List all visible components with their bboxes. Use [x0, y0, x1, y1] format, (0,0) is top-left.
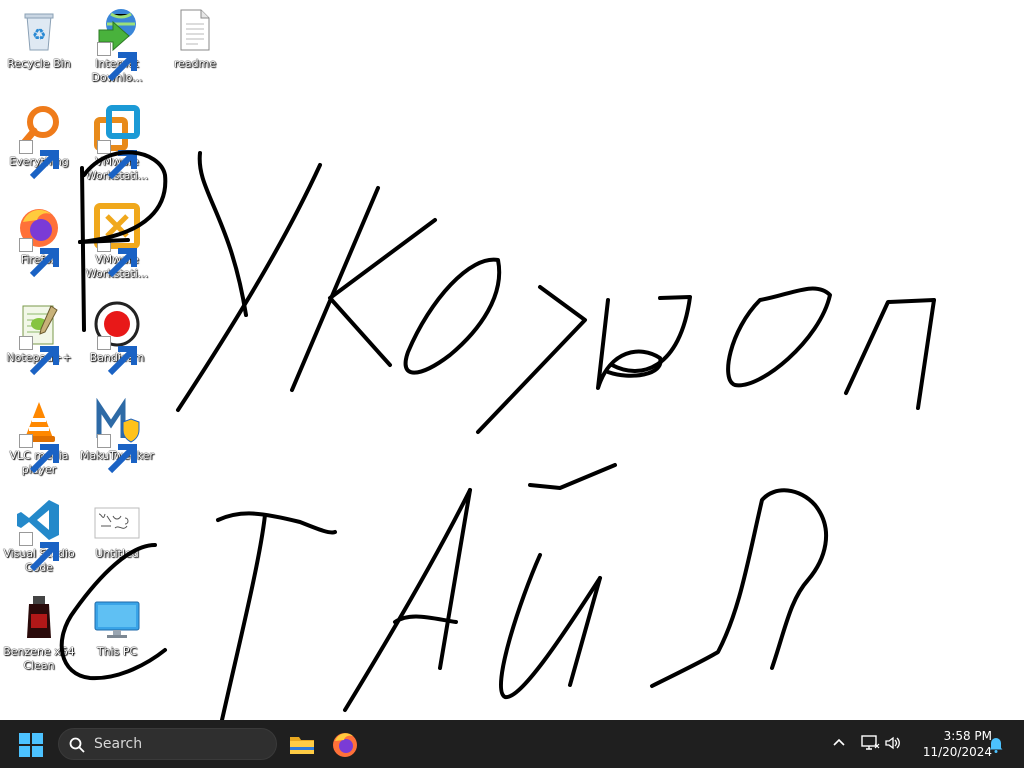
- shortcut-arrow-icon: [19, 140, 59, 180]
- makutweaker-icon: [93, 398, 141, 474]
- image-file-icon: [93, 496, 141, 544]
- this-pc-icon: [93, 594, 141, 642]
- clock-date: 11/20/2024: [922, 745, 992, 759]
- desktop-icon-everything[interactable]: Everything: [0, 98, 78, 180]
- desktop-icon-firefox[interactable]: Firefox: [0, 196, 78, 278]
- desktop-icon-notepad-plus-plus[interactable]: Notepad++: [0, 294, 78, 376]
- taskbar-firefox[interactable]: [331, 730, 359, 758]
- taskbar: Search 3:58 PM 11/20/2024: [0, 720, 1024, 768]
- desktop-icon-label: Benzene x64 Clean: [3, 645, 75, 672]
- speaker-icon: [885, 736, 900, 750]
- shortcut-arrow-icon: [97, 140, 137, 180]
- firefox-icon: [333, 733, 357, 757]
- shortcut-arrow-icon: [19, 336, 59, 376]
- desktop-icon-this-pc[interactable]: This PC: [78, 588, 156, 659]
- vscode-icon: [15, 496, 63, 572]
- shortcut-arrow-icon: [19, 532, 59, 572]
- svg-text:♻: ♻: [32, 25, 46, 44]
- bell-icon: [989, 738, 1003, 753]
- desktop-icon-vscode[interactable]: Visual Studio Code: [0, 490, 78, 575]
- network-button[interactable]: [860, 734, 880, 752]
- desktop-icon-recycle-bin[interactable]: ♻ Recycle Bin: [0, 0, 78, 71]
- vmware-workstation-player-icon: [93, 202, 141, 278]
- desktop-icon-vmware-workstation-player[interactable]: VMware Workstati...: [78, 196, 156, 281]
- show-hidden-icons-button[interactable]: [830, 734, 848, 752]
- clock-time: 3:58 PM: [943, 729, 992, 743]
- desktop: ♻ Recycle Bin Everything Firefox Notepad…: [0, 0, 1024, 720]
- notifications-button[interactable]: [988, 735, 1004, 753]
- desktop-icon-untitled[interactable]: Untitled: [78, 490, 156, 561]
- windows-logo-icon: [19, 733, 43, 757]
- taskbar-search-box[interactable]: Search: [58, 728, 277, 760]
- shortcut-arrow-icon: [97, 336, 137, 376]
- chevron-up-icon: [833, 738, 845, 746]
- desktop-icon-label: This PC: [96, 645, 138, 658]
- volume-button[interactable]: [884, 734, 902, 752]
- file-explorer-icon: [290, 737, 314, 754]
- network-icon: [861, 735, 880, 750]
- desktop-icon-makutweaker[interactable]: MakuTweaker: [78, 392, 156, 474]
- recycle-bin-icon: ♻: [15, 6, 63, 54]
- start-button[interactable]: [18, 732, 44, 758]
- desktop-icon-label: readme: [173, 57, 217, 70]
- everything-search-icon: [15, 104, 63, 180]
- shortcut-arrow-icon: [19, 238, 59, 278]
- vmware-workstation-icon: [93, 104, 141, 180]
- text-document-icon: [171, 6, 219, 54]
- benzene-icon: [15, 594, 63, 642]
- taskbar-file-explorer[interactable]: [288, 730, 316, 758]
- firefox-icon: [15, 202, 63, 278]
- shortcut-arrow-icon: [97, 42, 137, 82]
- desktop-icon-vmware-workstation[interactable]: VMware Workstati...: [78, 98, 156, 183]
- search-icon: [69, 737, 85, 753]
- notepad-plus-plus-icon: [15, 300, 63, 376]
- desktop-icon-label: Recycle Bin: [7, 57, 71, 70]
- desktop-icon-label: Untitled: [95, 547, 139, 560]
- desktop-icon-readme[interactable]: readme: [156, 0, 234, 71]
- bandicam-icon: [93, 300, 141, 376]
- search-placeholder: Search: [94, 736, 143, 752]
- desktop-icon-internet-download-manager[interactable]: Internet Downlo...: [78, 0, 156, 85]
- taskbar-clock[interactable]: 3:58 PM 11/20/2024: [912, 728, 992, 760]
- shortcut-arrow-icon: [97, 434, 137, 474]
- internet-download-manager-icon: [93, 6, 141, 82]
- desktop-icon-bandicam[interactable]: Bandicam: [78, 294, 156, 376]
- shortcut-arrow-icon: [97, 238, 137, 278]
- shortcut-arrow-icon: [19, 434, 59, 474]
- vlc-icon: [15, 398, 63, 474]
- desktop-icon-benzene[interactable]: Benzene x64 Clean: [0, 588, 78, 673]
- desktop-icon-vlc[interactable]: VLC media player: [0, 392, 78, 477]
